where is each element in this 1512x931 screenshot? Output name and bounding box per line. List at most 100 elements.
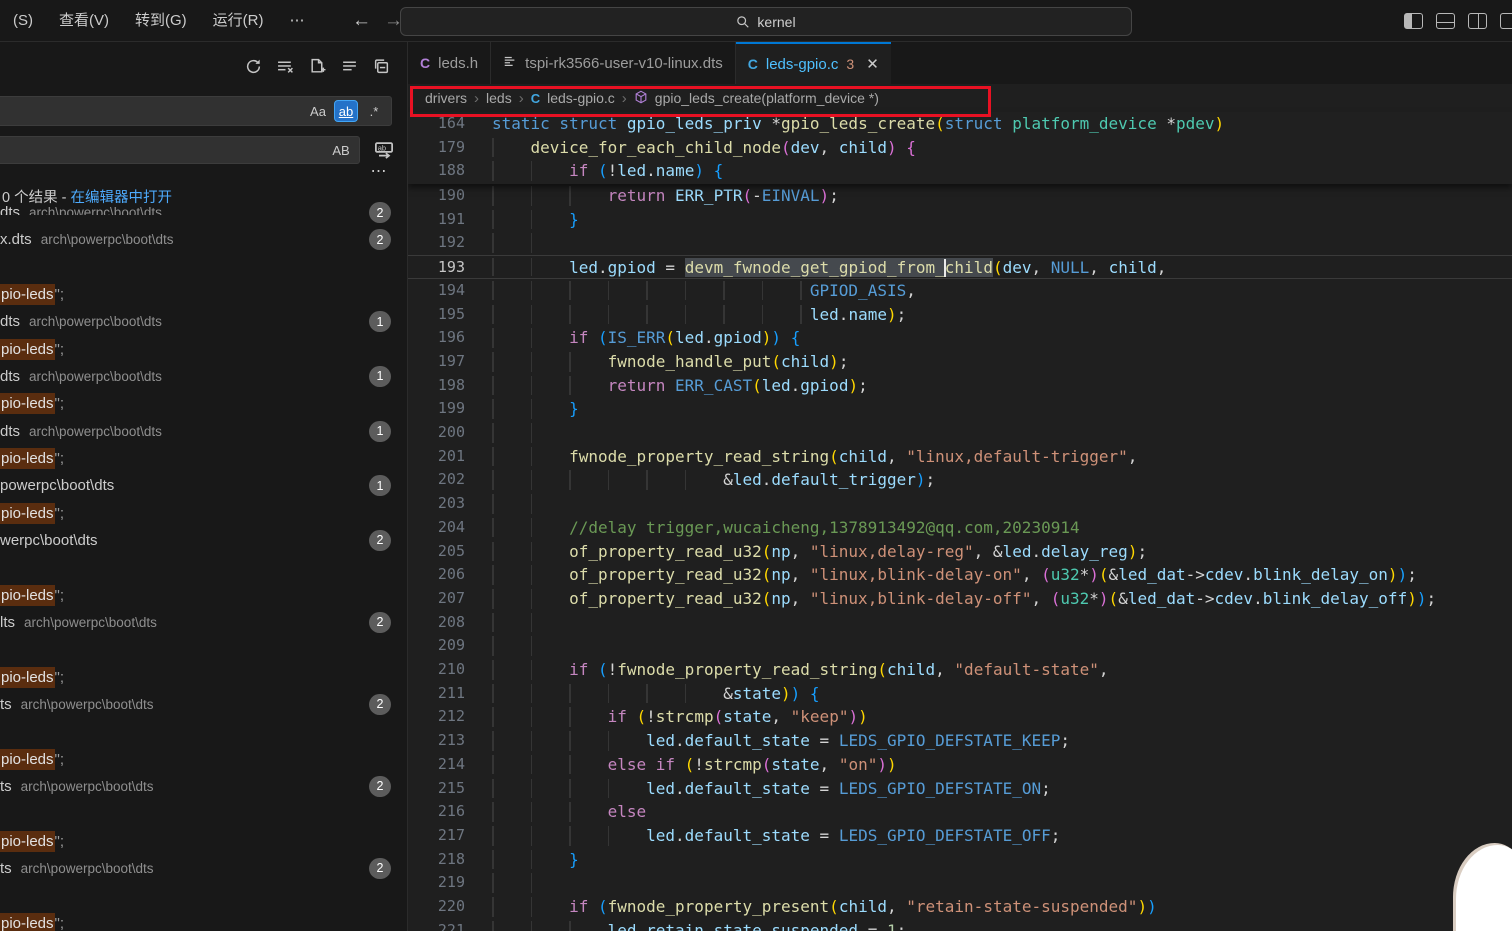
clear-search-results-icon[interactable] (277, 58, 294, 75)
customize-layout-icon[interactable] (1500, 13, 1512, 29)
menu-more-icon[interactable]: ⋯ (277, 6, 318, 36)
match-count-badge: 2 (369, 612, 391, 633)
code-text: else (492, 800, 646, 824)
code-line-212[interactable]: 212 if (!strcmp(state, "keep")) (408, 705, 1512, 729)
replace-all-icon[interactable]: ab (374, 140, 396, 162)
code-line-197[interactable]: 197 fwnode_handle_put(child); (408, 350, 1512, 374)
code-line-210[interactable]: 210 if (!fwnode_property_read_string(chi… (408, 658, 1512, 682)
code-line-202[interactable]: 202 &led.default_trigger); (408, 468, 1512, 492)
match-text: "; (55, 751, 65, 768)
search-result-file-row[interactable]: powerpc\boot\dts1 (0, 472, 408, 499)
search-result-file-row[interactable]: tsarch\powerpc\boot\dts2 (0, 691, 408, 718)
search-result-match-row[interactable]: pio-leds"; (0, 582, 408, 609)
search-result-match-row[interactable]: pio-leds"; (0, 390, 408, 417)
code-line-217[interactable]: 217 led.default_state = LEDS_GPIO_DEFSTA… (408, 824, 1512, 848)
code-line-193[interactable]: 193 led.gpiod = devm_fwnode_get_gpiod_fr… (408, 255, 1512, 279)
code-line-196[interactable]: 196 if (IS_ERR(led.gpiod)) { (408, 326, 1512, 350)
search-result-match-row[interactable]: pio-leds"; (0, 828, 408, 855)
replace-input[interactable]: AB (0, 136, 360, 164)
code-line-190[interactable]: 190 return ERR_PTR(-EINVAL); (408, 184, 1512, 208)
refresh-icon[interactable] (245, 58, 262, 75)
code-line-209[interactable]: 209 (408, 634, 1512, 658)
back-arrow-icon[interactable]: ← (346, 10, 378, 32)
code-line-219[interactable]: 219 (408, 871, 1512, 895)
code-line-206[interactable]: 206 of_property_read_u32(np, "linux,blin… (408, 563, 1512, 587)
search-result-match-row[interactable]: pio-leds"; (0, 910, 408, 931)
menu-item-go[interactable]: 转到(G) (122, 6, 200, 36)
collapse-all-icon[interactable] (373, 58, 390, 75)
code-line-220[interactable]: 220 if (fwnode_property_present(child, "… (408, 895, 1512, 919)
close-tab-icon[interactable]: ✕ (866, 55, 879, 73)
code-line-218[interactable]: 218 } (408, 848, 1512, 872)
tab-leds-h[interactable]: C leds.h (408, 42, 491, 84)
code-line-208[interactable]: 208 (408, 611, 1512, 635)
search-result-file-row[interactable]: x.dtsarch\powerpc\boot\dts2 (0, 226, 408, 253)
code-line-214[interactable]: 214 else if (!strcmp(state, "on")) (408, 753, 1512, 777)
menu-item-run[interactable]: 运行(R) (200, 6, 277, 36)
code-line-203[interactable]: 203 (408, 492, 1512, 516)
chevron-right-icon: › (474, 90, 479, 107)
code-line-199[interactable]: 199 } (408, 397, 1512, 421)
code-line-221[interactable]: 221 led.retain_state_suspended = 1; (408, 919, 1512, 931)
toggle-panel-icon[interactable] (1436, 13, 1455, 29)
tab-leds-gpio-c[interactable]: C leds-gpio.c 3 ✕ (736, 42, 891, 84)
line-number: 206 (408, 563, 465, 587)
code-editor[interactable]: drivers › leds › C leds-gpio.c › gpio_le… (408, 84, 1512, 931)
code-line-215[interactable]: 215 led.default_state = LEDS_GPIO_DEFSTA… (408, 777, 1512, 801)
search-result-match-row[interactable]: pio-leds"; (0, 281, 408, 308)
code-line-164[interactable]: 164static struct gpio_leds_priv *gpio_le… (408, 112, 1512, 136)
code-line-192[interactable]: 192 (408, 231, 1512, 255)
view-as-list-icon[interactable] (341, 58, 358, 75)
menu-item-view[interactable]: 查看(V) (46, 6, 122, 36)
code-line-188[interactable]: 188 if (!led.name) { (408, 159, 1512, 183)
preserve-case-toggle[interactable]: AB (329, 139, 353, 161)
code-line-195[interactable]: 195 led.name); (408, 303, 1512, 327)
search-result-match-row[interactable]: pio-leds"; (0, 664, 408, 691)
code-line-204[interactable]: 204 //delay trigger,wucaicheng,137891349… (408, 516, 1512, 540)
tab-tspi-dts[interactable]: tspi-rk3566-user-v10-linux.dts (491, 42, 736, 84)
search-result-file-row[interactable]: dtsarch\powerpc\boot\dts1 (0, 418, 408, 445)
search-result-match-row[interactable]: pio-leds"; (0, 746, 408, 773)
code-text: if (!fwnode_property_read_string(child, … (492, 658, 1109, 682)
code-line-198[interactable]: 198 return ERR_CAST(led.gpiod); (408, 374, 1512, 398)
search-result-file-row[interactable]: tsarch\powerpc\boot\dts2 (0, 773, 408, 800)
search-result-match-row[interactable]: pio-leds"; (0, 445, 408, 472)
code-lines[interactable]: 190 return ERR_PTR(-EINVAL);191 }192193 … (408, 184, 1512, 931)
line-number: 164 (408, 112, 465, 136)
code-line-179[interactable]: 179 device_for_each_child_node(dev, chil… (408, 136, 1512, 160)
breadcrumb-item-symbol[interactable]: gpio_leds_create(platform_device *) (655, 90, 879, 106)
regex-toggle[interactable]: .* (362, 100, 386, 122)
search-result-file-row[interactable]: werpc\boot\dts2 (0, 527, 408, 554)
command-center-search[interactable]: kernel (400, 7, 1132, 36)
match-case-toggle[interactable]: Aa (306, 100, 330, 122)
search-result-file-row[interactable]: ltsarch\powerpc\boot\dts2 (0, 609, 408, 636)
search-result-match-row[interactable]: pio-leds"; (0, 500, 408, 527)
match-text: "; (55, 450, 65, 467)
toggle-search-details-icon[interactable]: ⋯ (366, 168, 392, 184)
toggle-secondary-sidebar-icon[interactable] (1468, 13, 1487, 29)
search-result-match-row[interactable]: pio-leds"; (0, 336, 408, 363)
open-new-search-editor-icon[interactable] (309, 58, 326, 75)
code-line-216[interactable]: 216 else (408, 800, 1512, 824)
code-line-213[interactable]: 213 led.default_state = LEDS_GPIO_DEFSTA… (408, 729, 1512, 753)
code-line-205[interactable]: 205 of_property_read_u32(np, "linux,dela… (408, 540, 1512, 564)
line-number: 200 (408, 421, 465, 445)
menu-item-partial[interactable]: (S) (0, 6, 46, 36)
whole-word-toggle[interactable]: ab (334, 100, 358, 122)
search-result-file-row[interactable]: dtsarch\powerpc\boot\dts1 (0, 308, 408, 335)
code-line-191[interactable]: 191 } (408, 208, 1512, 232)
code-line-207[interactable]: 207 of_property_read_u32(np, "linux,blin… (408, 587, 1512, 611)
search-result-file-row[interactable]: tsarch\powerpc\boot\dts2 (0, 855, 408, 882)
code-line-201[interactable]: 201 fwnode_property_read_string(child, "… (408, 445, 1512, 469)
toggle-primary-sidebar-icon[interactable] (1404, 13, 1423, 29)
code-line-194[interactable]: 194 GPIOD_ASIS, (408, 279, 1512, 303)
match-highlight: pio-leds (0, 831, 55, 852)
code-line-200[interactable]: 200 (408, 421, 1512, 445)
breadcrumb-item-file[interactable]: leds-gpio.c (547, 90, 615, 106)
search-input[interactable]: Aa ab .* (0, 96, 392, 126)
search-result-file-row[interactable]: dtsarch\powerpc\boot\dts1 (0, 363, 408, 390)
breadcrumb-item-drivers[interactable]: drivers (425, 90, 467, 106)
breadcrumb-item-leds[interactable]: leds (486, 90, 512, 106)
code-text: led.default_state = LEDS_GPIO_DEFSTATE_O… (492, 777, 1051, 801)
code-line-211[interactable]: 211 &state)) { (408, 682, 1512, 706)
